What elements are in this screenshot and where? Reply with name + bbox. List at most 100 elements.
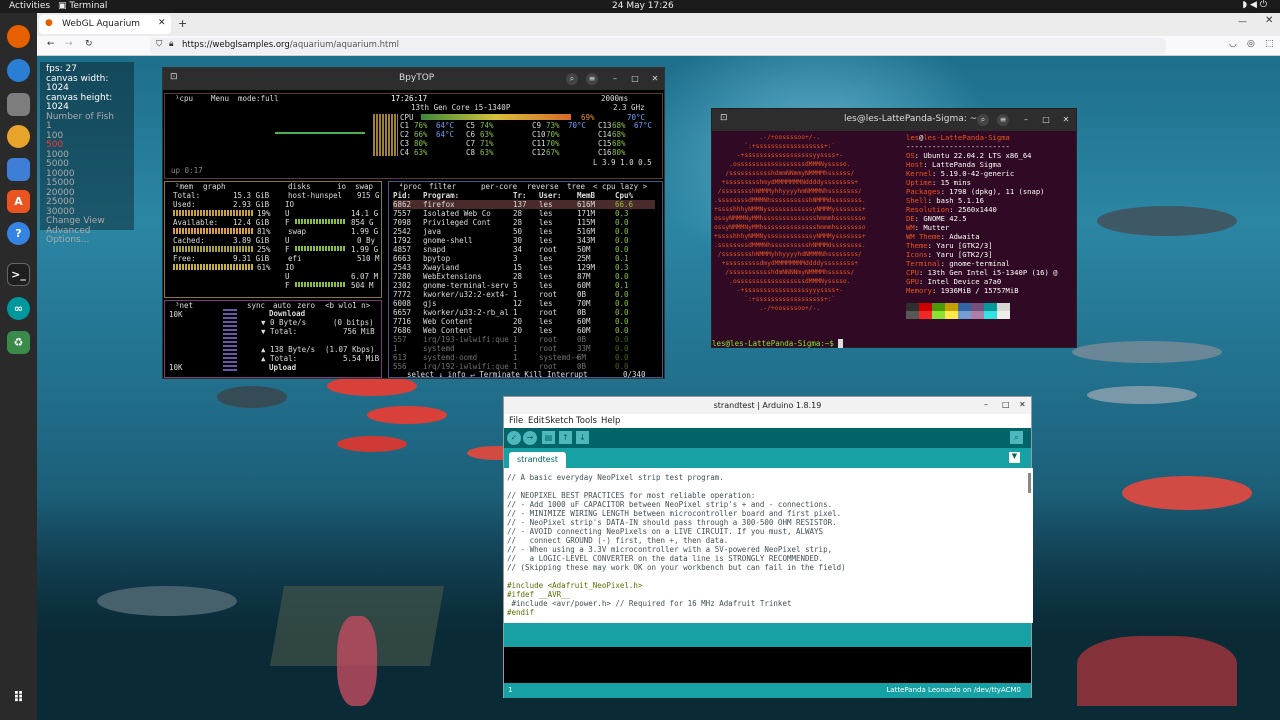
bpytop-titlebar[interactable]: ⊡ BpyTOP ⌕ ≡ – □ ✕: [163, 68, 664, 90]
table-row[interactable]: 613 systemd-oomd 1 systemd-+ 6M 0.0: [393, 353, 655, 362]
menu-tools[interactable]: Tools: [576, 416, 597, 426]
table-row[interactable]: 2543 Xwayland 15 les 129M 0.3: [393, 263, 655, 272]
window-minimize-icon[interactable]: —: [1238, 17, 1247, 27]
reverse-toggle[interactable]: reverse: [527, 182, 559, 191]
menu-button[interactable]: Menu: [211, 94, 229, 103]
close-icon[interactable]: ✕: [1060, 114, 1072, 126]
system-tray[interactable]: ◗◀⏻: [1242, 0, 1270, 10]
maximize-icon[interactable]: □: [629, 73, 641, 85]
table-row[interactable]: 4857 snapd 34 root 50M 0.0: [393, 245, 655, 254]
proc-column-header[interactable]: Program:: [423, 191, 459, 200]
swap-toggle[interactable]: swap: [355, 182, 373, 191]
minimize-icon[interactable]: –: [609, 73, 621, 85]
forward-icon[interactable]: →: [65, 39, 73, 49]
verify-icon[interactable]: ✓: [507, 431, 521, 445]
menu-sketch[interactable]: Sketch: [545, 416, 574, 426]
new-tab-icon[interactable]: +: [178, 17, 187, 30]
table-row[interactable]: 7686 Web Content 20 les 60M 0.0: [393, 326, 655, 335]
proc-column-header[interactable]: Pid:: [393, 191, 411, 200]
show-apps-icon[interactable]: ⠿: [7, 686, 30, 709]
tab-menu-icon[interactable]: ▼: [1009, 452, 1020, 463]
url-input[interactable]: ⛉ 🔒︎ https://webglsamples.org/aquarium/a…: [150, 38, 1166, 54]
minimize-icon[interactable]: –: [1020, 114, 1032, 126]
menu-help[interactable]: Help: [601, 416, 620, 426]
terminal-titlebar[interactable]: ⊡ les@les-LattePanda-Sigma: ~ ⌕ ≡ – □ ✕: [712, 109, 1076, 131]
proc-column-header[interactable]: User:: [539, 191, 562, 200]
maximize-icon[interactable]: □: [1002, 400, 1010, 409]
reload-icon[interactable]: ↻: [85, 39, 93, 49]
proc-column-header[interactable]: Tr:: [513, 191, 527, 200]
table-row[interactable]: 7557 Isolated Web Co 28 les 171M 0.3: [393, 209, 655, 218]
table-row[interactable]: 7772 kworker/u32:2-ext4- 1 root 0B 0.0: [393, 290, 655, 299]
table-row[interactable]: 6657 kworker/u33:2-rb_al 1 root 0B 0.0: [393, 308, 655, 317]
table-row[interactable]: 557 irq/193-iwlwifi:que 1 root 0B 0.0: [393, 335, 655, 344]
neofetch-terminal-window[interactable]: ⊡ les@les-LattePanda-Sigma: ~ ⌕ ≡ – □ ✕ …: [711, 108, 1077, 348]
new-sketch-icon[interactable]: ▤: [542, 431, 555, 444]
close-icon[interactable]: ✕: [649, 73, 661, 85]
interface-selector[interactable]: <b wlo1 n>: [325, 301, 370, 310]
trash-icon[interactable]: ♻: [7, 331, 30, 354]
filter-button[interactable]: filter: [429, 182, 456, 191]
pocket-icon[interactable]: ◡: [1229, 39, 1237, 49]
tab-close-icon[interactable]: ✕: [158, 18, 166, 28]
firefox-icon[interactable]: [7, 25, 30, 48]
clock[interactable]: 24 May 17:26: [612, 1, 674, 11]
arduino-icon[interactable]: ∞: [7, 297, 30, 320]
arduino-titlebar[interactable]: strandtest | Arduino 1.8.19 – □ ✕: [504, 397, 1031, 414]
back-icon[interactable]: ←: [47, 39, 55, 49]
activities-button[interactable]: Activities: [9, 1, 50, 11]
bpytop-window[interactable]: ⊡ BpyTOP ⌕ ≡ – □ ✕ ¹cpu Menu mode:full 1…: [162, 67, 665, 379]
search-icon[interactable]: ⌕: [977, 114, 989, 126]
files-icon[interactable]: [7, 93, 30, 116]
graph-toggle[interactable]: graph: [203, 182, 226, 191]
close-icon[interactable]: ✕: [1019, 400, 1026, 409]
help-icon[interactable]: ?: [7, 222, 30, 245]
table-row[interactable]: 6008 gjs 12 les 70M 0.0: [393, 299, 655, 308]
editor-scrollbar[interactable]: [1028, 473, 1031, 493]
table-row[interactable]: 7280 WebExtensions 28 les 87M 0.0: [393, 272, 655, 281]
window-close-icon[interactable]: ✕: [1265, 15, 1273, 26]
terminal-tab-icon[interactable]: ⊡: [170, 72, 178, 82]
options-link[interactable]: Options...: [46, 235, 128, 246]
thunderbird-icon[interactable]: [7, 59, 30, 82]
upload-icon[interactable]: →: [523, 431, 537, 445]
proc-column-header[interactable]: MemB: [577, 191, 595, 200]
table-row[interactable]: 1 systemd 1 root 33M 0.0: [393, 344, 655, 353]
table-row[interactable]: 2542 java 50 les 516M 0.0: [393, 227, 655, 236]
serial-monitor-icon[interactable]: ⌕: [1010, 431, 1023, 444]
code-editor[interactable]: // A basic everyday NeoPixel strip test …: [504, 468, 1033, 623]
writer-icon[interactable]: [7, 158, 30, 181]
open-sketch-icon[interactable]: ↑: [559, 431, 572, 444]
table-row[interactable]: 6663 bpytop 3 les 25M 0.1: [393, 254, 655, 263]
table-row[interactable]: 7716 Web Content 20 les 60M 0.0: [393, 317, 655, 326]
sort-selector[interactable]: < cpu lazy >: [593, 182, 647, 191]
prompt-line[interactable]: les@les-LattePanda-Sigma:~$ _: [712, 339, 843, 348]
rhythmbox-icon[interactable]: [7, 125, 30, 148]
minimize-icon[interactable]: –: [984, 400, 988, 409]
proc-footer[interactable]: select ↓ info ↵ Terminate Kill Interrupt: [407, 370, 588, 379]
hamburger-menu-icon[interactable]: ≡: [586, 73, 598, 85]
account-icon[interactable]: ◎: [1247, 39, 1255, 49]
mode-toggle[interactable]: mode:full: [238, 94, 279, 103]
table-row[interactable]: 2302 gnome-terminal-serv 5 les 60M 0.1: [393, 281, 655, 290]
io-toggle[interactable]: io: [337, 182, 346, 191]
arduino-ide-window[interactable]: strandtest | Arduino 1.8.19 – □ ✕ File E…: [503, 396, 1033, 698]
sync-toggle[interactable]: sync: [247, 301, 265, 310]
terminal-tab-icon[interactable]: ⊡: [720, 113, 728, 123]
table-row[interactable]: 1792 gnome-shell 30 les 343M 0.0: [393, 236, 655, 245]
tree-toggle[interactable]: tree: [567, 182, 585, 191]
hamburger-menu-icon[interactable]: ≡: [997, 114, 1009, 126]
menu-file[interactable]: File: [509, 416, 523, 426]
maximize-icon[interactable]: □: [1040, 114, 1052, 126]
table-row[interactable]: 7098 Privileged Cont 28 les 115M 0.0: [393, 218, 655, 227]
search-icon[interactable]: ⌕: [566, 73, 578, 85]
browser-tab[interactable]: ● WebGL Aquarium ✕: [39, 15, 171, 34]
menu-edit[interactable]: Edit: [528, 416, 544, 426]
save-sketch-icon[interactable]: ↓: [576, 431, 589, 444]
table-row[interactable]: 6862 firefox 137 les 616M 66.6: [393, 200, 655, 209]
software-icon[interactable]: A: [7, 190, 30, 213]
per-core-toggle[interactable]: per-core: [481, 182, 517, 191]
app-menu[interactable]: ▣ Terminal: [58, 1, 107, 11]
terminal-icon[interactable]: >_: [7, 263, 30, 286]
extensions-icon[interactable]: ⬚: [1265, 39, 1274, 49]
